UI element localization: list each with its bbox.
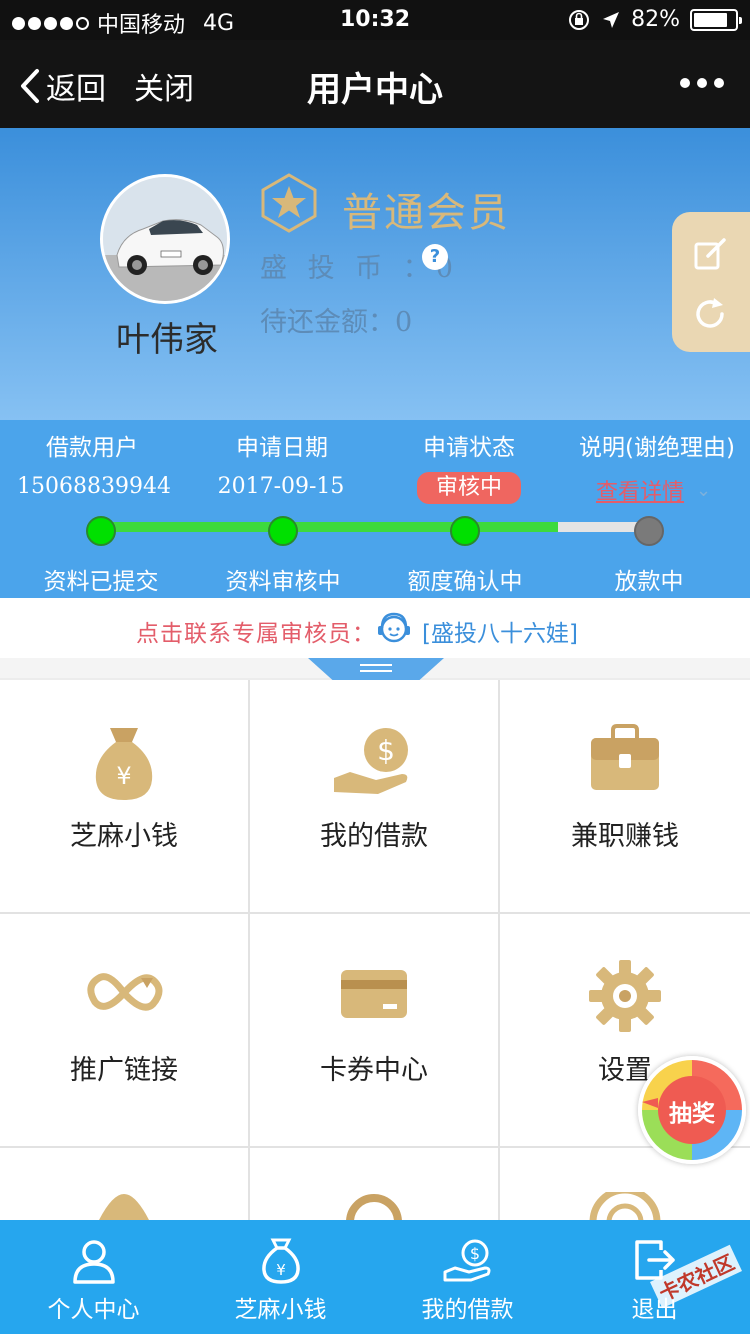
card-icon [341, 970, 407, 1018]
step-label: 额度确认中 [407, 569, 523, 595]
member-level: 普通会员 [342, 190, 510, 236]
menu-label: 芝麻小钱 [70, 821, 178, 852]
due-amount: 待还金额：0 [260, 300, 412, 339]
briefcase-icon [591, 724, 659, 790]
hand-coin-icon: $ [443, 1239, 490, 1282]
link-icon [87, 973, 163, 1011]
help-icon[interactable]: ? [422, 244, 448, 270]
applicant-phone: 15068839944 [17, 474, 171, 499]
step-label: 放款中 [614, 569, 684, 595]
car-avatar-image [103, 177, 227, 301]
tab-zhima-money[interactable]: ¥ 芝麻小钱 [187, 1220, 374, 1334]
hand-coin-icon: $ [334, 728, 408, 794]
menu-label: 推广链接 [70, 1055, 178, 1086]
menu-item-partial[interactable] [0, 1148, 248, 1220]
reviewer-contact[interactable]: 点击联系专属审核员： [盛投八十六娃] [0, 598, 750, 658]
menu-coupons[interactable]: 卡券中心 [250, 914, 498, 1146]
svg-text:¥: ¥ [276, 1261, 286, 1279]
partial-icon [99, 1194, 149, 1220]
side-tools [672, 212, 750, 352]
header-note: 说明(谢绝理由) [579, 435, 735, 461]
more-button[interactable] [680, 78, 724, 88]
svg-text:¥: ¥ [116, 762, 131, 790]
money-bag-icon: ¥ [95, 728, 153, 800]
partial-icon [346, 1194, 402, 1220]
member-star-icon [261, 173, 317, 233]
rotation-lock-icon [569, 9, 590, 30]
tab-label: 退出 [631, 1297, 678, 1323]
progress-step [450, 516, 480, 546]
menu-item-partial[interactable] [250, 1148, 498, 1220]
due-label: 待还金额： [260, 307, 395, 338]
menu-label: 卡券中心 [320, 1055, 428, 1086]
header-date: 申请日期 [236, 435, 328, 461]
progress-step [86, 516, 116, 546]
profile-header: 叶伟家 普通会员 盛 投 币 ： 0 ? 待还金额：0 [0, 128, 750, 420]
lottery-button[interactable]: 抽奖 [638, 1056, 746, 1164]
battery-percent: 82% [631, 7, 680, 32]
person-icon [72, 1240, 115, 1284]
status-right: 82% [567, 7, 742, 32]
tab-personal-center[interactable]: 个人中心 [0, 1220, 187, 1334]
tab-my-loans[interactable]: $ 我的借款 [374, 1220, 561, 1334]
money-bag-icon: ¥ [261, 1238, 300, 1284]
progress-fill [100, 522, 558, 532]
tab-bar: 个人中心 ¥ 芝麻小钱 $ 我的借款 退出 [0, 1220, 750, 1334]
progress-step [268, 516, 298, 546]
menu-part-time[interactable]: 兼职赚钱 [500, 680, 750, 912]
reviewer-label: 点击联系专属审核员： [136, 621, 376, 647]
menu-label: 兼职赚钱 [571, 821, 679, 852]
avatar[interactable] [100, 174, 230, 304]
tab-label: 芝麻小钱 [234, 1297, 327, 1323]
customer-service-icon [378, 612, 410, 643]
refresh-icon[interactable] [692, 296, 728, 332]
username: 叶伟家 [116, 320, 218, 360]
application-status: 借款用户 申请日期 申请状态 说明(谢绝理由) 15068839944 2017… [0, 420, 750, 598]
menu-promo-link[interactable]: 推广链接 [0, 914, 248, 1146]
nav-bar: 返回 关闭 用户中心 [0, 40, 750, 128]
menu-label: 我的借款 [320, 821, 428, 852]
svg-text:$: $ [469, 1244, 479, 1263]
progress-step [634, 516, 664, 546]
status-bar: 中国移动 4G 10:32 82% [0, 0, 750, 40]
battery-fill [694, 12, 727, 27]
tab-label: 个人中心 [47, 1297, 140, 1323]
battery-icon [690, 8, 742, 31]
status-badge: 审核中 [417, 472, 521, 504]
gear-icon [589, 960, 661, 1032]
partial-icon [589, 1192, 661, 1220]
reviewer-name[interactable]: [盛投八十六娃] [422, 614, 578, 648]
menu-my-loans[interactable]: $ 我的借款 [250, 680, 498, 912]
apply-date: 2017-09-15 [217, 474, 345, 499]
step-label: 资料审核中 [225, 569, 341, 595]
edit-icon[interactable] [692, 236, 728, 272]
coins-label: 盛 投 币 ： [260, 253, 436, 284]
menu-zhima-money[interactable]: ¥ 芝麻小钱 [0, 680, 248, 912]
svg-text:$: $ [377, 734, 395, 767]
step-label: 资料已提交 [43, 569, 159, 595]
progress-track [100, 522, 650, 532]
page-title: 用户中心 [307, 70, 443, 110]
lottery-label: 抽奖 [669, 1101, 715, 1127]
view-detail-link[interactable]: 查看详情 [596, 474, 684, 506]
tab-label: 我的借款 [421, 1297, 514, 1323]
header-user: 借款用户 [46, 435, 138, 461]
location-icon [603, 11, 620, 28]
due-value: 0 [395, 307, 413, 338]
chevron-down-icon[interactable]: ⌄ [696, 480, 711, 501]
header-status: 申请状态 [423, 435, 515, 461]
